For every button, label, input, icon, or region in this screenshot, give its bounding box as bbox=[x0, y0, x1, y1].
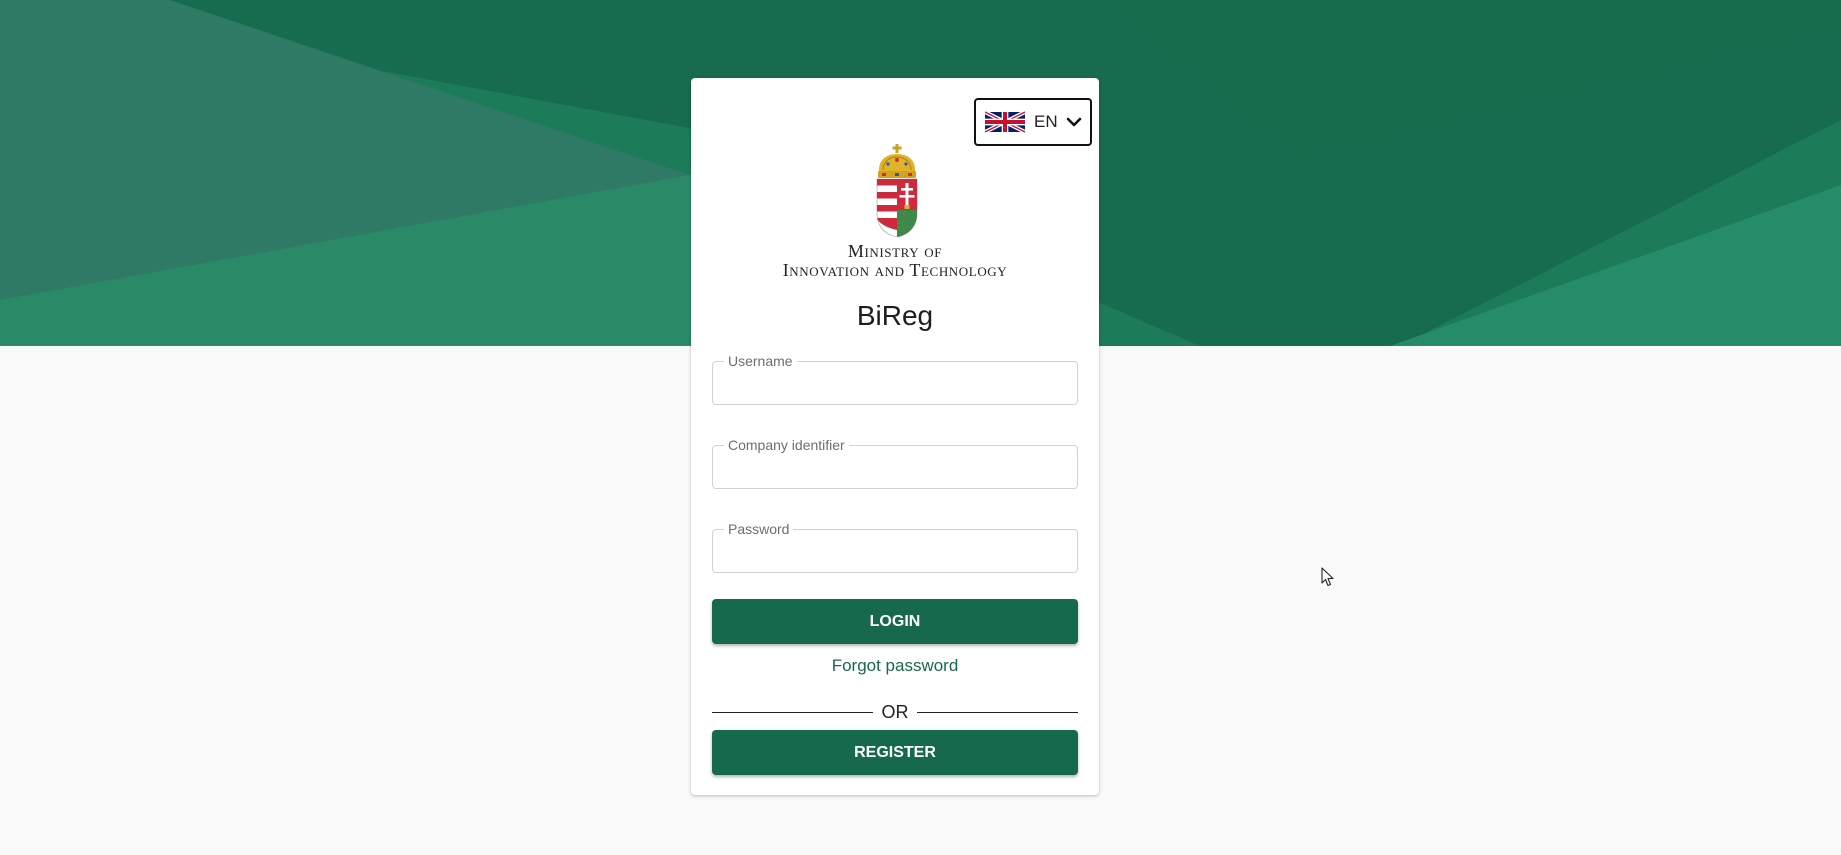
divider-line-right bbox=[917, 712, 1078, 713]
ministry-name: Ministry of Innovation and Technology bbox=[691, 242, 1099, 280]
company-identifier-input[interactable] bbox=[727, 458, 1063, 480]
password-field[interactable]: Password bbox=[712, 522, 1078, 573]
hungarian-coat-of-arms-icon bbox=[876, 144, 918, 238]
or-divider: OR bbox=[712, 700, 1078, 724]
chevron-down-icon bbox=[1066, 117, 1081, 127]
ministry-line-1: Ministry of bbox=[847, 241, 943, 261]
forgot-password-link[interactable]: Forgot password bbox=[691, 656, 1099, 676]
password-input[interactable] bbox=[727, 542, 1063, 564]
mouse-cursor-icon bbox=[1321, 567, 1334, 587]
password-label: Password bbox=[724, 522, 794, 536]
language-selector[interactable]: EN bbox=[974, 98, 1092, 146]
company-identifier-field[interactable]: Company identifier bbox=[712, 438, 1078, 489]
username-input[interactable] bbox=[727, 374, 1063, 396]
language-code: EN bbox=[1034, 112, 1058, 131]
username-label: Username bbox=[724, 354, 797, 368]
ministry-line-2: Innovation and Technology bbox=[782, 260, 1008, 280]
app-title: BiReg bbox=[856, 300, 934, 331]
login-card: EN Ministry of Innovation and Technology… bbox=[691, 78, 1099, 795]
company-identifier-label: Company identifier bbox=[724, 438, 849, 452]
uk-flag-icon bbox=[985, 111, 1025, 133]
login-button[interactable]: LOGIN bbox=[712, 599, 1078, 644]
register-button[interactable]: REGISTER bbox=[712, 730, 1078, 775]
username-field[interactable]: Username bbox=[712, 354, 1078, 405]
